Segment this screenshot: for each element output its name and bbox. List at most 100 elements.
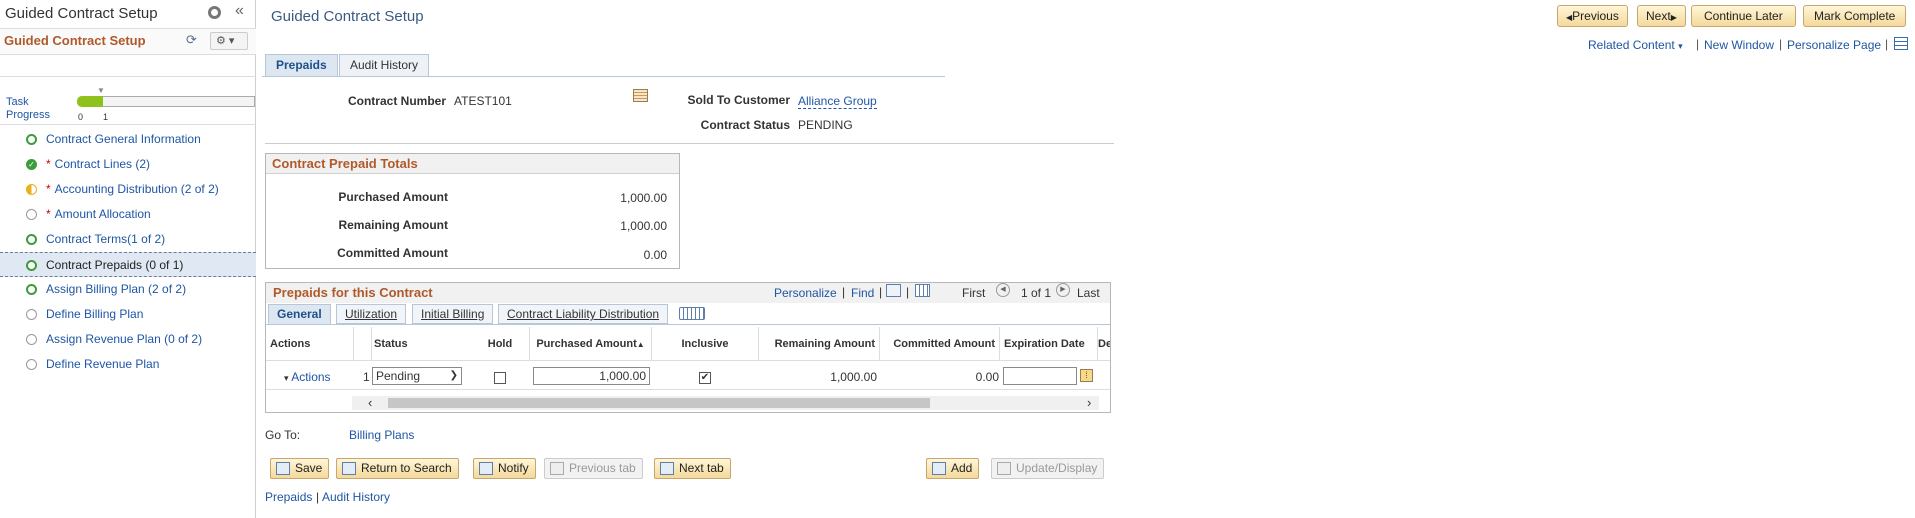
page-title: Guided Contract Setup xyxy=(271,8,424,25)
previous-button[interactable]: ◀Previous xyxy=(1557,5,1628,27)
grid-personalize-link[interactable]: Personalize xyxy=(774,286,837,300)
continue-later-button[interactable]: Continue Later xyxy=(1691,5,1796,27)
mark-complete-button[interactable]: Mark Complete xyxy=(1803,5,1907,27)
previous-tab-label: Previous tab xyxy=(569,461,636,475)
previous-tab-icon xyxy=(550,462,564,475)
expiration-date-input[interactable] xyxy=(1003,367,1077,385)
grid-view-icon[interactable] xyxy=(1894,37,1908,50)
contract-status-value: PENDING xyxy=(798,118,853,132)
not-started-icon xyxy=(26,309,37,320)
personalize-page-link[interactable]: Personalize Page xyxy=(1787,38,1881,52)
task-progress: Task Progress ▼ 0 1 xyxy=(0,80,256,125)
step-item[interactable]: Define Revenue Plan xyxy=(0,352,256,377)
grid-find-link[interactable]: Find xyxy=(851,286,874,300)
refresh-icon[interactable]: ⟳ xyxy=(186,32,197,48)
scroll-right-icon[interactable]: › xyxy=(1087,396,1091,409)
scrollbar-thumb[interactable] xyxy=(388,398,930,408)
next-arrow-icon: ▶ xyxy=(1670,13,1677,22)
next-row-icon[interactable]: ▶ xyxy=(1056,283,1070,297)
guided-setup-panel: Guided Contract Setup « Guided Contract … xyxy=(0,0,256,518)
related-content-label: Related Content xyxy=(1588,38,1675,52)
purchased-amount-label: Purchased Amount xyxy=(338,190,448,204)
next-tab-icon xyxy=(660,462,674,475)
last-label: Last xyxy=(1077,286,1100,300)
remaining-amount-value: 1,000.00 xyxy=(620,219,667,233)
task-progress-label-2: Progress xyxy=(6,109,51,121)
row-actions-menu[interactable]: ▾ Actions xyxy=(284,370,331,384)
not-started-icon xyxy=(26,334,37,345)
panel-spacer xyxy=(0,55,256,77)
notify-icon xyxy=(479,462,493,475)
step-item-label: Contract General Information xyxy=(46,127,201,152)
col-num xyxy=(354,327,372,361)
billing-plans-link[interactable]: Billing Plans xyxy=(349,428,414,442)
new-window-link[interactable]: New Window xyxy=(1704,38,1774,52)
required-marker: * xyxy=(46,207,51,221)
next-tab-button[interactable]: Next tab xyxy=(654,458,731,479)
step-item[interactable]: Contract Prepaids (0 of 1) xyxy=(0,252,256,277)
step-item-label: * Accounting Distribution (2 of 2) xyxy=(46,177,219,202)
download-icon[interactable] xyxy=(915,284,930,297)
update-display-icon xyxy=(997,462,1011,475)
grid-tab-contract-liability[interactable]: Contract Liability Distribution xyxy=(498,304,669,324)
step-item[interactable]: * Amount Allocation xyxy=(0,202,256,227)
tab-underline xyxy=(262,76,945,77)
sold-to-link[interactable]: Alliance Group xyxy=(798,94,877,109)
notify-label: Notify xyxy=(498,461,529,475)
step-item-text: Contract Prepaids (0 of 1) xyxy=(46,258,184,272)
previous-tab-button[interactable]: Previous tab xyxy=(544,458,643,479)
horizontal-scrollbar[interactable]: ‹ › xyxy=(352,396,1099,410)
return-to-search-button[interactable]: Return to Search xyxy=(336,458,459,479)
next-button[interactable]: Next▶ xyxy=(1637,5,1686,27)
step-item-label: * Amount Allocation xyxy=(46,202,151,227)
view-all-icon[interactable] xyxy=(886,284,901,297)
chevron-down-icon: ❯ xyxy=(449,370,458,381)
tab-audit-history[interactable]: Audit History xyxy=(339,54,430,76)
complete-icon: ✓ xyxy=(26,159,37,170)
step-item-text: Assign Revenue Plan (0 of 2) xyxy=(46,332,203,346)
grid-tabs-underline xyxy=(266,324,1110,325)
footer-audit-history-link[interactable]: Audit History xyxy=(322,490,390,504)
step-item[interactable]: Assign Billing Plan (2 of 2) xyxy=(0,277,256,302)
open-step-icon xyxy=(26,260,37,271)
update-display-button[interactable]: Update/Display xyxy=(991,458,1105,479)
contract-doc-icon[interactable] xyxy=(633,89,648,102)
related-content-link[interactable]: Related Content ▾ xyxy=(1588,38,1683,52)
calendar-icon[interactable]: ⁞ xyxy=(1080,369,1093,382)
dropdown-arrow-icon: ▾ xyxy=(1678,41,1683,51)
inclusive-checkbox[interactable]: ✔ xyxy=(699,372,711,384)
scroll-left-icon[interactable]: ‹ xyxy=(368,396,372,409)
previous-label: Previous xyxy=(1572,9,1619,23)
step-item[interactable]: * Accounting Distribution (2 of 2) xyxy=(0,177,256,202)
show-all-columns-icon[interactable] xyxy=(679,307,705,320)
step-item[interactable]: ✓ * Contract Lines (2) xyxy=(0,152,256,177)
actions-gear-icon[interactable]: ⚙ ▾ xyxy=(210,32,248,50)
footer-prepaids-link[interactable]: Prepaids xyxy=(265,490,312,504)
add-button[interactable]: Add xyxy=(926,458,980,479)
settings-icon[interactable] xyxy=(208,6,221,19)
row-actions-label: Actions xyxy=(291,370,331,384)
notify-button[interactable]: Notify xyxy=(473,458,536,479)
prev-row-icon[interactable]: ◀ xyxy=(996,283,1010,297)
return-to-search-label: Return to Search xyxy=(361,461,452,475)
tab-prepaids[interactable]: Prepaids xyxy=(265,54,338,76)
separator: | xyxy=(842,285,846,299)
not-started-icon xyxy=(26,359,37,370)
grid-tab-initial-billing[interactable]: Initial Billing xyxy=(412,304,494,324)
step-item[interactable]: Contract General Information xyxy=(0,127,256,152)
step-item[interactable]: Assign Revenue Plan (0 of 2) xyxy=(0,327,256,352)
grid-tab-utilization[interactable]: Utilization xyxy=(336,304,407,324)
search-icon xyxy=(342,462,356,475)
panel-header: Guided Contract Setup « xyxy=(0,0,256,28)
step-item[interactable]: Contract Terms(1 of 2) xyxy=(0,227,256,252)
status-select[interactable]: Pending ❯ xyxy=(372,367,462,385)
step-item-label: Contract Prepaids (0 of 1) xyxy=(46,253,183,278)
purchased-amount-input[interactable]: 1,000.00 xyxy=(533,367,650,385)
not-started-icon xyxy=(26,209,37,220)
save-button[interactable]: Save xyxy=(270,458,330,479)
step-item[interactable]: Define Billing Plan xyxy=(0,302,256,327)
col-purchased-amount[interactable]: Purchased Amount▲ xyxy=(530,327,652,361)
grid-tab-general[interactable]: General xyxy=(268,304,331,324)
collapse-icon[interactable]: « xyxy=(235,2,244,20)
hold-checkbox[interactable] xyxy=(494,372,506,384)
